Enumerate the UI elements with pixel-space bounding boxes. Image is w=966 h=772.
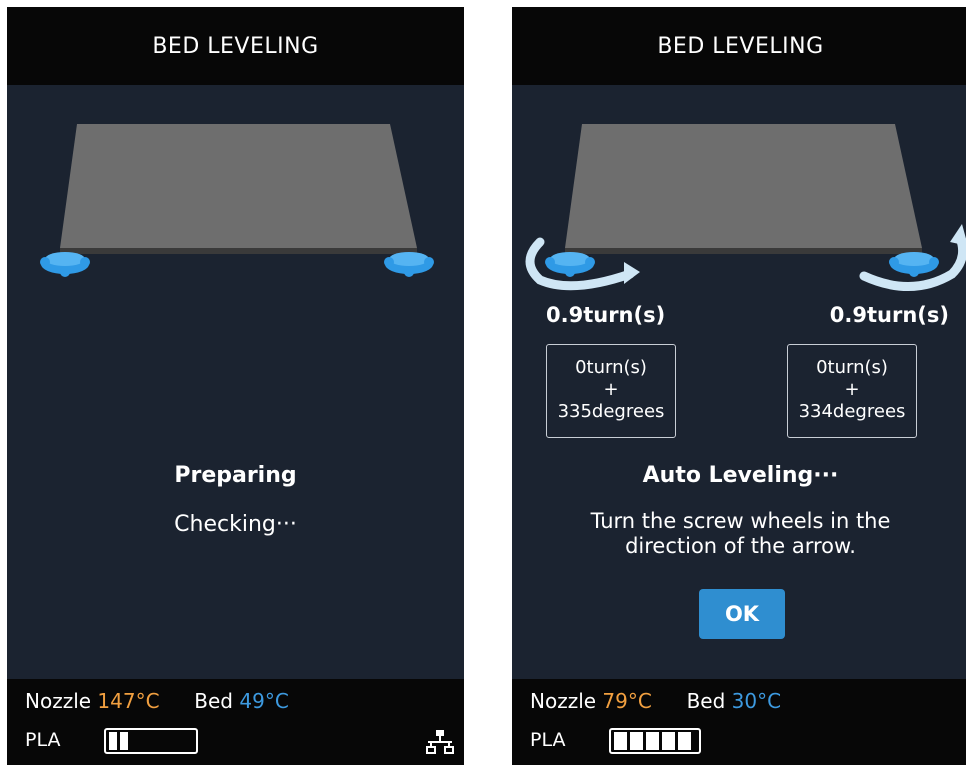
right-knob-icon [384,252,434,277]
temperature-readout: Nozzle 79°C Bed 30°C [530,689,781,713]
gauge-bar [120,732,128,750]
material-label: PLA [25,729,61,751]
status-title: Auto Leveling··· [642,463,839,488]
page-title: BED LEVELING [152,33,319,59]
right-adjustment-box: 0turn(s) + 334degrees [787,344,917,438]
right-knob-icon [889,252,939,277]
bed-illustration [40,124,434,277]
left-box-degrees: 335degrees [557,401,665,422]
temperature-readout: Nozzle 147°C Bed 49°C [25,689,289,713]
left-adjustment-box: 0turn(s) + 335degrees [546,344,676,438]
material-label: PLA [530,729,566,751]
instruction-line-1: Turn the screw wheels in the [590,509,891,533]
filament-gauge [609,728,701,754]
gauge-bar [630,732,643,750]
left-screen: BED LEVELING Preparing Checking··· Nozzl… [7,7,464,765]
right-box-plus: + [844,379,860,400]
header: BED LEVELING [512,7,966,85]
status-footer: Nozzle 147°C Bed 49°C PLA [7,679,464,765]
gauge-bar [109,732,117,750]
filament-gauge [104,728,198,754]
instruction-text: Turn the screw wheels in the direction o… [512,509,966,559]
left-box-plus: + [603,379,619,400]
right-box-turns: 0turn(s) [816,357,888,378]
left-knob-icon [545,252,595,277]
status-title: Preparing [174,463,297,488]
status-footer: Nozzle 79°C Bed 30°C PLA [512,679,966,765]
gauge-bar [614,732,627,750]
gauge-bar [678,732,691,750]
left-box-turns: 0turn(s) [575,357,647,378]
header: BED LEVELING [7,7,464,85]
bed-temp: 49°C [239,689,289,713]
gauge-bar [646,732,659,750]
bed-label: Bed [686,689,726,713]
ok-button[interactable]: OK [699,589,785,639]
nozzle-label: Nozzle [530,689,597,713]
right-turns-value: 0.9turn(s) [829,303,949,327]
instruction-line-2: direction of the arrow. [625,534,856,558]
right-box-degrees: 334degrees [798,401,906,422]
left-turns-value: 0.9turn(s) [546,303,666,327]
nozzle-temp: 147°C [97,689,160,713]
right-screen: BED LEVELING 0.9turn(s) 0.9turn(s) 0turn… [512,7,966,765]
gauge-bar [662,732,675,750]
bed-illustration [525,124,966,291]
left-knob-icon [40,252,90,277]
bed-label: Bed [194,689,234,713]
nozzle-temp: 79°C [602,689,652,713]
network-icon[interactable] [426,729,454,755]
status-subtitle: Checking··· [174,512,297,537]
page-title: BED LEVELING [657,33,824,59]
bed-temp: 30°C [731,689,782,713]
nozzle-label: Nozzle [25,689,92,713]
